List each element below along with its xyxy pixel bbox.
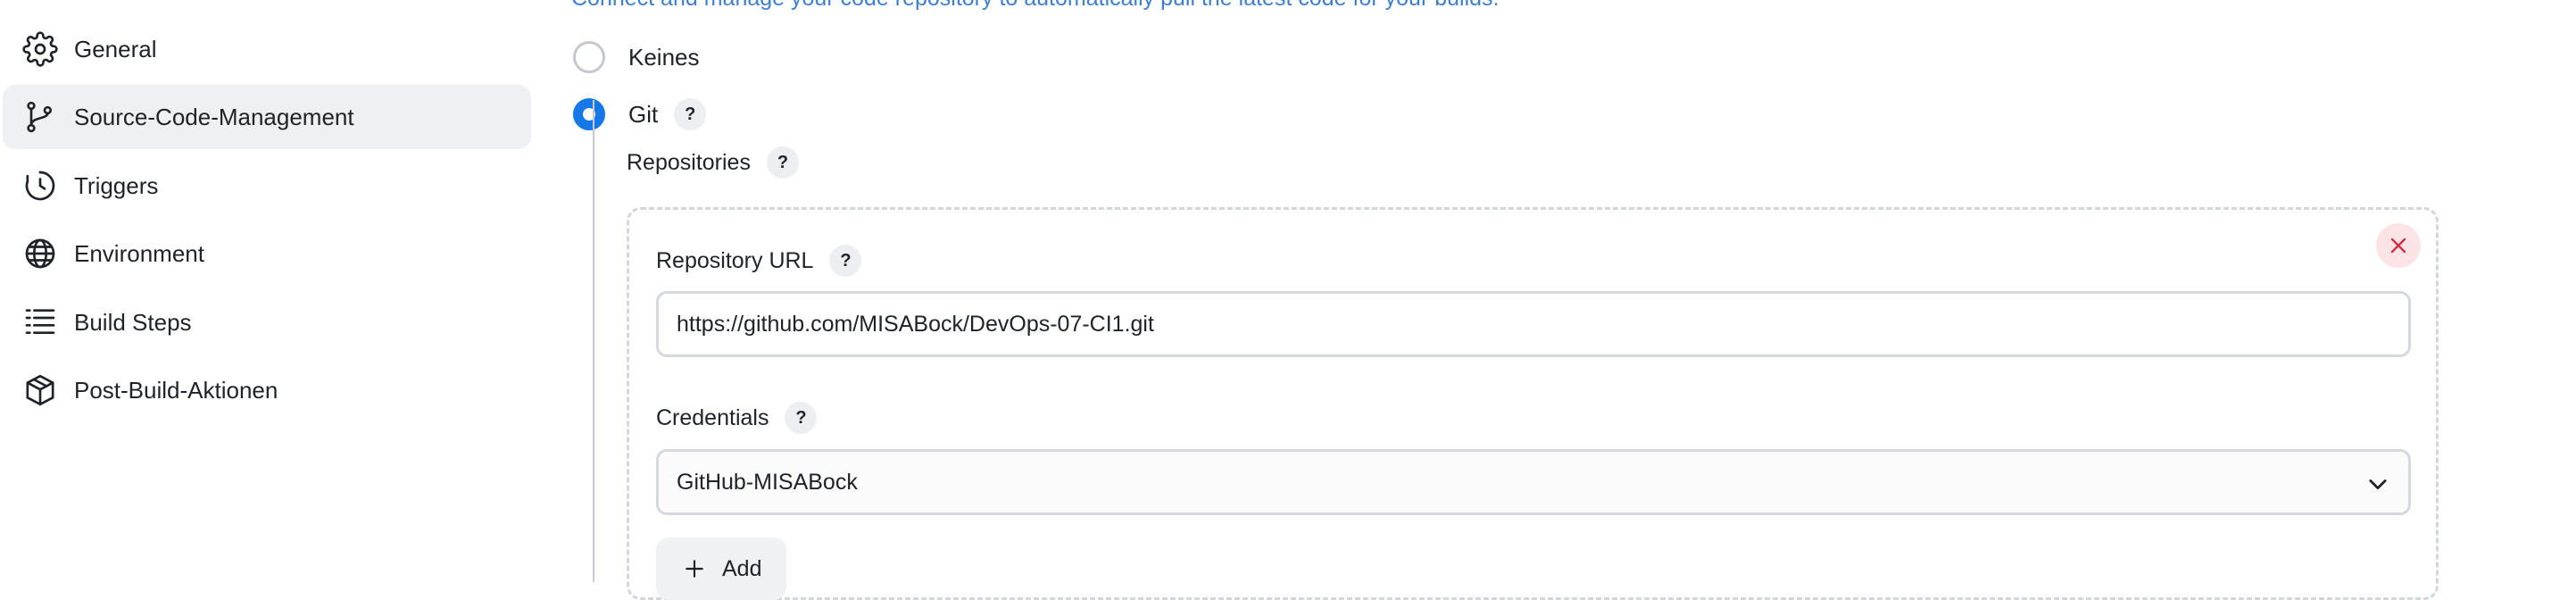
help-button[interactable]: ?	[829, 245, 862, 277]
credentials-label: Credentials	[656, 404, 769, 430]
help-button[interactable]: ?	[785, 402, 818, 434]
clock-icon	[22, 168, 58, 204]
list-icon	[22, 304, 58, 340]
radio-button[interactable]	[573, 41, 605, 73]
radio-option-keines[interactable]: Keines	[573, 41, 700, 73]
chevron-down-icon	[2369, 479, 2387, 490]
repository-panel	[627, 207, 2439, 600]
repository-url-value: https://github.com/MISABock/DevOps-07-CI…	[677, 311, 1154, 337]
repository-url-header: Repository URL ?	[656, 245, 862, 277]
repository-url-label: Repository URL	[656, 247, 814, 273]
scm-description: Connect and manage your code repository …	[571, 0, 1499, 12]
globe-icon	[22, 236, 58, 271]
radio-button[interactable]	[573, 98, 605, 130]
radio-label: Git	[628, 100, 659, 128]
sidebar-item-environment[interactable]: Environment	[3, 221, 531, 286]
sidebar-item-label: Triggers	[74, 171, 159, 199]
sidebar-item-label: Post-Build-Aktionen	[74, 376, 278, 404]
gear-icon	[22, 31, 58, 67]
delete-repository-button[interactable]	[2376, 223, 2421, 268]
sidebar-item-label: Build Steps	[74, 308, 192, 336]
git-branch-icon	[22, 99, 58, 135]
credentials-header: Credentials ?	[656, 402, 818, 434]
help-button[interactable]: ?	[766, 146, 799, 179]
section-divider	[593, 100, 594, 582]
credentials-value: GitHub-MISABock	[677, 469, 858, 495]
sidebar-item-build-steps[interactable]: Build Steps	[3, 290, 531, 354]
sidebar-item-triggers[interactable]: Triggers	[3, 154, 531, 218]
help-button[interactable]: ?	[674, 98, 707, 130]
sidebar-item-label: Environment	[74, 239, 204, 267]
repositories-header: Repositories ?	[627, 146, 799, 179]
sidebar-item-post-build-aktionen[interactable]: Post-Build-Aktionen	[3, 358, 531, 422]
add-credentials-button[interactable]: Add	[656, 538, 786, 600]
add-button-label: Add	[722, 555, 762, 581]
close-icon	[2390, 238, 2406, 254]
package-icon	[22, 372, 58, 408]
radio-label: Keines	[628, 43, 700, 71]
sidebar-item-label: Source-Code-Management	[74, 103, 354, 130]
repository-url-input[interactable]: https://github.com/MISABock/DevOps-07-CI…	[656, 291, 2411, 357]
plus-icon	[686, 560, 703, 578]
sidebar-item-source-code-management[interactable]: Source-Code-Management	[3, 85, 531, 149]
sidebar-item-label: General	[74, 35, 157, 62]
repositories-label: Repositories	[627, 149, 751, 175]
sidebar-item-general[interactable]: General	[3, 17, 531, 81]
credentials-select[interactable]: GitHub-MISABock	[656, 449, 2411, 515]
sidebar: General Source-Code-Management Triggers	[0, 0, 536, 571]
